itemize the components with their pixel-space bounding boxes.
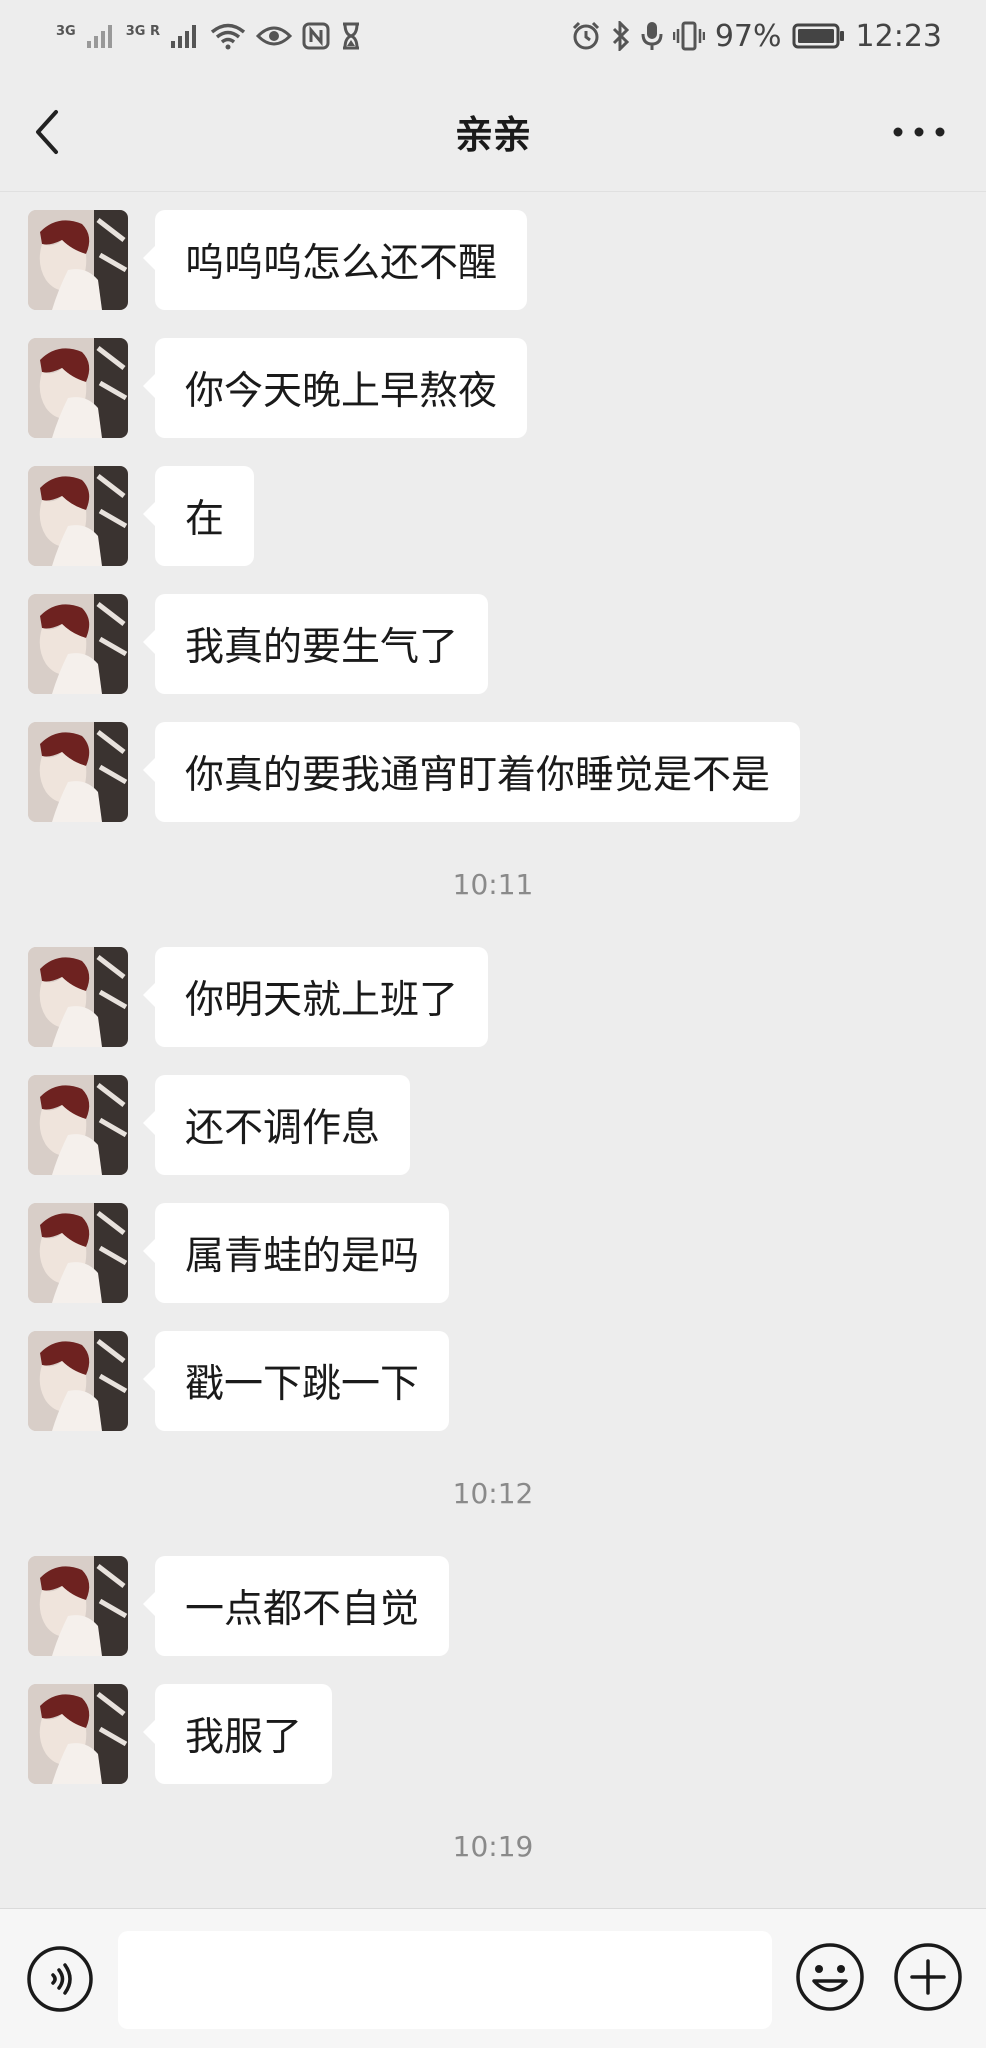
message-bubble[interactable]: 在 bbox=[142, 466, 255, 566]
signal-icon bbox=[86, 23, 116, 49]
message-bubble[interactable]: 你今天晚上早熬夜 bbox=[142, 338, 528, 438]
contact-avatar[interactable] bbox=[28, 466, 128, 566]
more-button[interactable] bbox=[892, 124, 946, 140]
vibrate-icon bbox=[672, 21, 705, 51]
message-row: 还不调作息 bbox=[28, 1075, 411, 1175]
message-bubble[interactable]: 呜呜呜怎么还不醒 bbox=[142, 210, 528, 310]
voice-button[interactable] bbox=[26, 1945, 94, 2013]
contact-avatar[interactable] bbox=[28, 338, 128, 438]
eye-icon bbox=[255, 24, 292, 48]
plus-button[interactable] bbox=[892, 1941, 964, 2013]
timestamp: 10:12 bbox=[452, 1477, 534, 1510]
contact-avatar[interactable] bbox=[28, 1203, 128, 1303]
status-bar-left: 3G 3G R bbox=[56, 22, 362, 50]
contact-avatar[interactable] bbox=[28, 1556, 128, 1656]
hourglass-icon bbox=[340, 22, 362, 50]
message-row: 你今天晚上早熬夜 bbox=[28, 338, 528, 438]
contact-avatar[interactable] bbox=[28, 594, 128, 694]
contact-avatar[interactable] bbox=[28, 210, 128, 310]
message-bubble[interactable]: 你真的要我通宵盯着你睡觉是不是 bbox=[142, 722, 801, 822]
alarm-icon bbox=[571, 21, 601, 51]
message-row: 在 bbox=[28, 466, 255, 566]
message-row: 呜呜呜怎么还不醒 bbox=[28, 210, 528, 310]
message-row: 戳一下跳一下 bbox=[28, 1331, 450, 1431]
bluetooth-icon bbox=[611, 21, 631, 51]
message-row: 你真的要我通宵盯着你睡觉是不是 bbox=[28, 722, 801, 822]
more-icon bbox=[893, 127, 945, 137]
message-row: 我真的要生气了 bbox=[28, 594, 489, 694]
timestamp: 10:19 bbox=[452, 1830, 534, 1863]
contact-avatar[interactable] bbox=[28, 1684, 128, 1784]
message-input[interactable] bbox=[118, 1931, 772, 2029]
message-row: 一点都不自觉 bbox=[28, 1556, 450, 1656]
voice-icon bbox=[27, 1946, 93, 2012]
contact-avatar[interactable] bbox=[28, 947, 128, 1047]
message-bubble[interactable]: 属青蛙的是吗 bbox=[142, 1203, 450, 1303]
message-bubble[interactable]: 你明天就上班了 bbox=[142, 947, 489, 1047]
status-bar: 3G 3G R 97% 12:23 bbox=[0, 0, 986, 72]
contact-avatar[interactable] bbox=[28, 722, 128, 822]
clock: 12:23 bbox=[855, 18, 942, 54]
message-row: 属青蛙的是吗 bbox=[28, 1203, 450, 1303]
battery-icon bbox=[792, 22, 846, 50]
mic-icon bbox=[641, 21, 663, 51]
wifi-icon bbox=[210, 22, 246, 50]
message-row: 我服了 bbox=[28, 1684, 333, 1784]
contact-avatar[interactable] bbox=[28, 1075, 128, 1175]
status-bar-right: 97% 12:23 bbox=[571, 19, 942, 54]
message-bubble[interactable]: 还不调作息 bbox=[142, 1075, 411, 1175]
message-bubble[interactable]: 戳一下跳一下 bbox=[142, 1331, 450, 1431]
message-bubble[interactable]: 我服了 bbox=[142, 1684, 333, 1784]
chat-title: 亲亲 bbox=[454, 113, 531, 157]
battery-percent: 97% bbox=[714, 18, 782, 54]
nfc-icon bbox=[302, 22, 330, 50]
message-row: 你明天就上班了 bbox=[28, 947, 489, 1047]
plus-icon bbox=[894, 1943, 962, 2011]
message-bubble[interactable]: 我真的要生气了 bbox=[142, 594, 489, 694]
message-bubble[interactable]: 一点都不自觉 bbox=[142, 1556, 450, 1656]
contact-avatar[interactable] bbox=[28, 1331, 128, 1431]
chat-header: 亲亲 bbox=[0, 72, 986, 192]
emoji-icon bbox=[796, 1943, 864, 2011]
input-bar bbox=[0, 1908, 986, 2048]
emoji-button[interactable] bbox=[794, 1941, 866, 2013]
network-type-2: 3G R bbox=[125, 24, 160, 39]
timestamp: 10:11 bbox=[452, 868, 534, 901]
network-type-1: 3G bbox=[56, 24, 76, 39]
signal-icon bbox=[170, 23, 200, 49]
